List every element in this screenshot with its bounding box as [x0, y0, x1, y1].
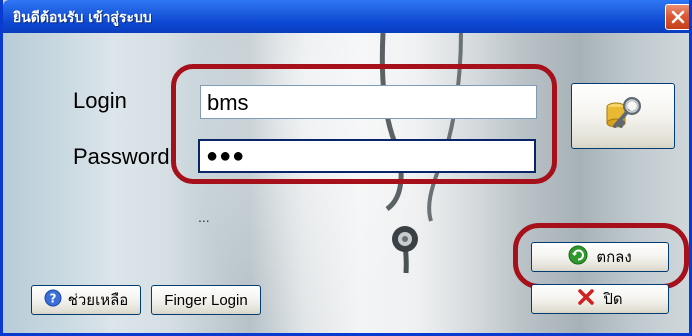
help-button[interactable]: ? ช่วยเหลือ	[31, 285, 141, 315]
title-bar[interactable]: ยินดีต้อนรับ เข้าสู่ระบบ	[3, 0, 689, 33]
login-dialog: ยินดีต้อนรับ เข้าสู่ระบบ Login Password …	[0, 0, 692, 336]
finger-login-button[interactable]: Finger Login	[151, 285, 261, 315]
highlight-ring-ok	[513, 223, 689, 289]
key-database-button[interactable]	[571, 83, 675, 149]
status-text: ...	[198, 209, 210, 225]
close-button-label: ปิด	[603, 291, 623, 308]
window-title: ยินดีต้อนรับ เข้าสู่ระบบ	[13, 10, 152, 26]
help-question-icon: ?	[44, 289, 62, 311]
dialog-body: Login Password bms ●●● ... ตกลง ปิด ? ช่…	[3, 33, 689, 333]
svg-text:?: ?	[49, 292, 56, 306]
highlight-ring-credentials	[171, 64, 557, 184]
finger-login-button-label: Finger Login	[164, 291, 248, 309]
cancel-x-icon	[577, 288, 595, 310]
login-label: Login	[73, 88, 127, 113]
help-button-label: ช่วยเหลือ	[67, 292, 129, 309]
close-window-button[interactable]	[665, 4, 689, 30]
key-database-icon	[602, 93, 644, 139]
password-label: Password	[73, 144, 170, 169]
close-button[interactable]: ปิด	[531, 284, 669, 314]
